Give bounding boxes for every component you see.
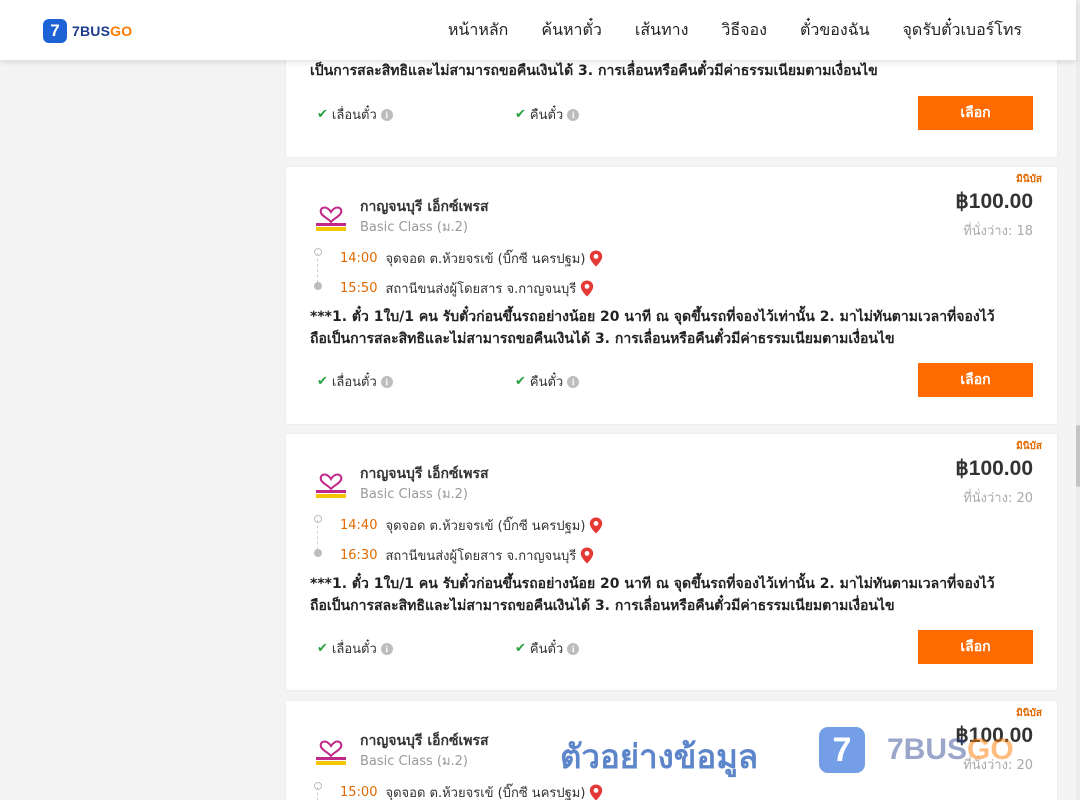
check-icon: ✔ — [515, 107, 526, 122]
feature-change-label: เลื่อนตั๋ว — [331, 642, 377, 657]
timeline-line — [317, 253, 318, 283]
arrival-stop: 16:30 สถานีขนส่งผู้โดยสาร จ.กาญจนบุรี — [340, 545, 594, 566]
trip-remark: ***1. ตั๋ว 1ใบ/1 คน รับตั๋วก่อนขึ้นรถอย่… — [310, 576, 995, 614]
arrival-place: สถานีขนส่งผู้โดยสาร จ.กาญจนบุรี — [385, 549, 577, 564]
trip-remark: ***1. ตั๋ว 1ใบ/1 คน รับตั๋วก่อนขึ้นรถอย่… — [310, 309, 995, 347]
departure-place: จุดจอด ต.ห้วยจรเข้ (บิ๊กซี นครปฐม) — [385, 519, 586, 534]
map-pin-icon[interactable] — [580, 547, 594, 564]
feature-refund-ticket[interactable]: ✔ คืนตั๋ว i — [515, 371, 580, 392]
main-nav: หน้าหลัก ค้นหาตั๋ว เส้นทาง วิธีจอง ตั๋วข… — [415, 0, 1022, 60]
map-pin-icon[interactable] — [580, 280, 594, 297]
info-icon[interactable]: i — [380, 642, 393, 655]
feature-change-label: เลื่อนตั๋ว — [331, 108, 377, 123]
map-pin-icon[interactable] — [589, 517, 603, 534]
seats-available: ที่นั่งว่าง: 18 — [963, 224, 1033, 239]
logo-text-accent: GO — [110, 23, 133, 39]
feature-refund-label: คืนตั๋ว — [529, 642, 564, 657]
arrival-time: 16:30 — [340, 548, 378, 563]
nav-pickup-points[interactable]: จุดรับตั๋วเบอร์โทร — [903, 18, 1022, 43]
trip-card: มินิบัส กาญจนบุรี เอ็กซ์เพรส Basic Class… — [286, 167, 1057, 424]
info-icon[interactable]: i — [567, 108, 580, 121]
watermark-brand: 7BUSGO — [887, 733, 1014, 767]
bus-class: Basic Class (ม.2) — [360, 754, 468, 769]
nav-home[interactable]: หน้าหลัก — [448, 18, 509, 43]
departure-time: 14:00 — [340, 251, 378, 266]
feature-change-ticket[interactable]: ✔ เลื่อนตั๋ว i — [317, 371, 393, 392]
nav-routes[interactable]: เส้นทาง — [635, 18, 689, 43]
departure-time: 15:00 — [340, 785, 378, 800]
feature-refund-ticket[interactable]: ✔ คืนตั๋ว i — [515, 638, 580, 659]
site-logo[interactable]: 7 7BUSGO — [43, 19, 132, 43]
info-icon[interactable]: i — [567, 375, 580, 388]
scrollbar-thumb[interactable] — [1076, 425, 1080, 487]
feature-change-label: เลื่อนตั๋ว — [331, 375, 377, 390]
logo-badge-icon: 7 — [43, 19, 67, 43]
watermark-brand-main: 7BUS — [887, 733, 968, 766]
trip-remark: เป็นการสละสิทธิและไม่สามารถขอคืนเงินได้ … — [310, 63, 878, 79]
nav-my-tickets[interactable]: ตั๋วของฉัน — [800, 18, 870, 43]
check-icon: ✔ — [515, 641, 526, 656]
timeline-start-dot — [314, 248, 322, 256]
feature-refund-ticket[interactable]: ✔ คืนตั๋ว i — [515, 104, 580, 125]
check-icon: ✔ — [515, 374, 526, 389]
timeline-line — [317, 787, 318, 800]
trip-card: มินิบัส กาญจนบุรี เอ็กซ์เพรส Basic Class… — [286, 434, 1057, 690]
bus-class: Basic Class (ม.2) — [360, 487, 468, 502]
info-icon[interactable]: i — [380, 108, 393, 121]
arrival-time: 15:50 — [340, 281, 378, 296]
watermark-text: ตัวอย่างข้อมูล — [560, 737, 759, 776]
trip-card-partial: เป็นการสละสิทธิและไม่สามารถขอคืนเงินได้ … — [286, 50, 1057, 157]
select-button[interactable]: เลือก — [918, 630, 1033, 664]
timeline-start-dot — [314, 515, 322, 523]
map-pin-icon[interactable] — [589, 784, 603, 800]
timeline-end-dot — [314, 549, 322, 557]
arrival-place: สถานีขนส่งผู้โดยสาร จ.กาญจนบุรี — [385, 282, 577, 297]
watermark-logo: 7 7BUSGO — [819, 727, 1014, 773]
info-icon[interactable]: i — [380, 375, 393, 388]
feature-refund-label: คืนตั๋ว — [529, 375, 564, 390]
nav-how-to-book[interactable]: วิธีจอง — [721, 18, 767, 43]
seats-available: ที่นั่งว่าง: 20 — [963, 491, 1033, 506]
departure-stop: 15:00 จุดจอด ต.ห้วยจรเข้ (บิ๊กซี นครปฐม) — [340, 782, 603, 800]
departure-place: จุดจอด ต.ห้วยจรเข้ (บิ๊กซี นครปฐม) — [385, 786, 586, 800]
operator-name: กาญจนบุรี เอ็กซ์เพรส — [360, 733, 489, 749]
top-header: 7 7BUSGO หน้าหลัก ค้นหาตั๋ว เส้นทาง วิธี… — [0, 0, 1076, 60]
select-button[interactable]: เลือก — [918, 363, 1033, 397]
arrival-stop: 15:50 สถานีขนส่งผู้โดยสาร จ.กาญจนบุรี — [340, 278, 594, 299]
check-icon: ✔ — [317, 374, 328, 389]
nav-search-ticket[interactable]: ค้นหาตั๋ว — [541, 18, 602, 43]
operator-name: กาญจนบุรี เอ็กซ์เพรส — [360, 199, 489, 215]
timeline-line — [317, 520, 318, 550]
check-icon: ✔ — [317, 107, 328, 122]
departure-stop: 14:40 จุดจอด ต.ห้วยจรเข้ (บิ๊กซี นครปฐม) — [340, 515, 603, 536]
map-pin-icon[interactable] — [589, 250, 603, 267]
operator-logo — [316, 740, 346, 765]
logo-text-main: 7BUS — [72, 23, 111, 39]
feature-change-ticket[interactable]: ✔ เลื่อนตั๋ว i — [317, 638, 393, 659]
watermark-badge-icon: 7 — [819, 727, 865, 773]
feature-change-ticket[interactable]: ✔ เลื่อนตั๋ว i — [317, 104, 393, 125]
bus-class: Basic Class (ม.2) — [360, 220, 468, 235]
operator-name: กาญจนบุรี เอ็กซ์เพรส — [360, 466, 489, 482]
operator-logo — [316, 206, 346, 231]
timeline-end-dot — [314, 282, 322, 290]
vehicle-type-badge: มินิบัส — [1016, 174, 1042, 185]
departure-place: จุดจอด ต.ห้วยจรเข้ (บิ๊กซี นครปฐม) — [385, 252, 586, 267]
ticket-price: ฿100.00 — [955, 190, 1033, 213]
timeline-start-dot — [314, 782, 322, 790]
departure-time: 14:40 — [340, 518, 378, 533]
vehicle-type-badge: มินิบัส — [1016, 441, 1042, 452]
departure-stop: 14:00 จุดจอด ต.ห้วยจรเข้ (บิ๊กซี นครปฐม) — [340, 248, 603, 269]
operator-logo — [316, 473, 346, 498]
page-scrollbar[interactable] — [1076, 0, 1080, 800]
info-icon[interactable]: i — [567, 642, 580, 655]
logo-text: 7BUSGO — [72, 23, 132, 39]
select-button[interactable]: เลือก — [918, 96, 1033, 130]
watermark-brand-accent: GO — [967, 733, 1014, 766]
ticket-price: ฿100.00 — [955, 457, 1033, 480]
check-icon: ✔ — [317, 641, 328, 656]
feature-refund-label: คืนตั๋ว — [529, 108, 564, 123]
vehicle-type-badge: มินิบัส — [1016, 708, 1042, 719]
